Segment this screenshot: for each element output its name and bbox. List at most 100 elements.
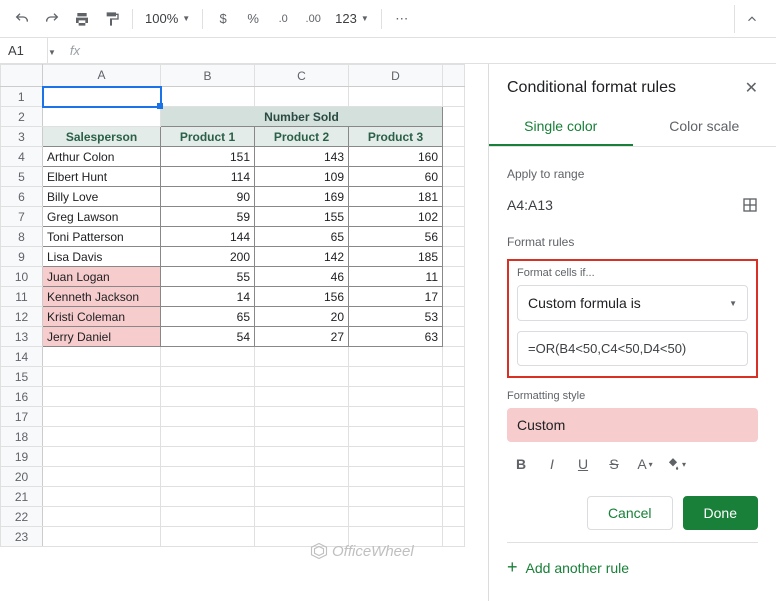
cell[interactable]: [161, 527, 255, 547]
cell[interactable]: [349, 407, 443, 427]
column-header[interactable]: C: [255, 65, 349, 87]
row-header[interactable]: 5: [1, 167, 43, 187]
cell[interactable]: [161, 487, 255, 507]
table-cell-value[interactable]: 65: [161, 307, 255, 327]
row-header[interactable]: 21: [1, 487, 43, 507]
cell[interactable]: [161, 87, 255, 107]
table-header[interactable]: Product 2: [255, 127, 349, 147]
cell[interactable]: [161, 507, 255, 527]
cell[interactable]: [43, 407, 161, 427]
row-header[interactable]: 1: [1, 87, 43, 107]
table-cell-value[interactable]: 20: [255, 307, 349, 327]
cell[interactable]: [349, 447, 443, 467]
cancel-button[interactable]: Cancel: [587, 496, 673, 530]
paint-format-icon[interactable]: [98, 5, 126, 33]
table-cell-value[interactable]: 151: [161, 147, 255, 167]
table-cell-value[interactable]: 17: [349, 287, 443, 307]
row-header[interactable]: 4: [1, 147, 43, 167]
cell[interactable]: [443, 407, 465, 427]
table-cell-name[interactable]: Arthur Colon: [43, 147, 161, 167]
table-cell-value[interactable]: 27: [255, 327, 349, 347]
cell[interactable]: [161, 347, 255, 367]
column-header[interactable]: B: [161, 65, 255, 87]
done-button[interactable]: Done: [683, 496, 758, 530]
table-cell-name[interactable]: Juan Logan: [43, 267, 161, 287]
table-cell-name[interactable]: Jerry Daniel: [43, 327, 161, 347]
column-header[interactable]: D: [349, 65, 443, 87]
row-header[interactable]: 14: [1, 347, 43, 367]
cell[interactable]: [255, 367, 349, 387]
condition-select[interactable]: Custom formula is ▼: [517, 285, 748, 321]
table-cell-value[interactable]: 142: [255, 247, 349, 267]
row-header[interactable]: 17: [1, 407, 43, 427]
table-cell-name[interactable]: Billy Love: [43, 187, 161, 207]
cell[interactable]: [443, 207, 465, 227]
cell[interactable]: [43, 447, 161, 467]
select-range-icon[interactable]: [742, 197, 758, 213]
cell[interactable]: [161, 447, 255, 467]
cell[interactable]: [443, 447, 465, 467]
row-header[interactable]: 10: [1, 267, 43, 287]
table-cell-name[interactable]: Toni Patterson: [43, 227, 161, 247]
cell[interactable]: [443, 107, 465, 127]
row-header[interactable]: 16: [1, 387, 43, 407]
cell[interactable]: [443, 367, 465, 387]
number-format-select[interactable]: 123▼: [329, 11, 375, 26]
table-cell-name[interactable]: Lisa Davis: [43, 247, 161, 267]
table-cell-name[interactable]: Elbert Hunt: [43, 167, 161, 187]
table-cell-value[interactable]: 11: [349, 267, 443, 287]
row-header[interactable]: 19: [1, 447, 43, 467]
table-cell-value[interactable]: 102: [349, 207, 443, 227]
table-cell-value[interactable]: 63: [349, 327, 443, 347]
table-cell-value[interactable]: 59: [161, 207, 255, 227]
table-cell-value[interactable]: 156: [255, 287, 349, 307]
table-cell-value[interactable]: 90: [161, 187, 255, 207]
cell[interactable]: [43, 427, 161, 447]
cell[interactable]: [161, 407, 255, 427]
row-header[interactable]: 9: [1, 247, 43, 267]
row-header[interactable]: 8: [1, 227, 43, 247]
row-header[interactable]: 20: [1, 467, 43, 487]
print-icon[interactable]: [68, 5, 96, 33]
cell[interactable]: [43, 367, 161, 387]
cell[interactable]: [43, 387, 161, 407]
cell[interactable]: [43, 487, 161, 507]
cell[interactable]: [349, 87, 443, 107]
collapse-toolbar-icon[interactable]: [734, 5, 768, 33]
cell[interactable]: [255, 427, 349, 447]
column-header[interactable]: A: [43, 65, 161, 87]
cell[interactable]: [443, 507, 465, 527]
range-input[interactable]: [507, 191, 742, 219]
cell[interactable]: [43, 527, 161, 547]
table-cell-value[interactable]: 56: [349, 227, 443, 247]
cell[interactable]: [349, 467, 443, 487]
row-header[interactable]: 13: [1, 327, 43, 347]
name-box[interactable]: A1: [0, 38, 48, 63]
cell[interactable]: [443, 147, 465, 167]
table-header[interactable]: Product 3: [349, 127, 443, 147]
table-cell-value[interactable]: 155: [255, 207, 349, 227]
text-color-button[interactable]: A▾: [631, 450, 659, 478]
underline-button[interactable]: U: [569, 450, 597, 478]
table-cell-value[interactable]: 181: [349, 187, 443, 207]
cell[interactable]: [43, 347, 161, 367]
table-cell-value[interactable]: 144: [161, 227, 255, 247]
cell[interactable]: [349, 347, 443, 367]
table-cell-value[interactable]: 160: [349, 147, 443, 167]
percent-icon[interactable]: %: [239, 5, 267, 33]
cell[interactable]: [43, 507, 161, 527]
cell[interactable]: [349, 427, 443, 447]
table-cell-value[interactable]: 109: [255, 167, 349, 187]
chevron-down-icon[interactable]: ▼: [48, 43, 62, 58]
cell[interactable]: [349, 367, 443, 387]
cell[interactable]: [161, 387, 255, 407]
table-header[interactable]: Product 1: [161, 127, 255, 147]
cell[interactable]: [443, 347, 465, 367]
row-header[interactable]: 23: [1, 527, 43, 547]
row-header[interactable]: 7: [1, 207, 43, 227]
fill-color-button[interactable]: ▾: [662, 450, 690, 478]
cell[interactable]: [161, 367, 255, 387]
decrease-decimal-icon[interactable]: .0: [269, 5, 297, 33]
table-cell-value[interactable]: 200: [161, 247, 255, 267]
cell[interactable]: [443, 267, 465, 287]
